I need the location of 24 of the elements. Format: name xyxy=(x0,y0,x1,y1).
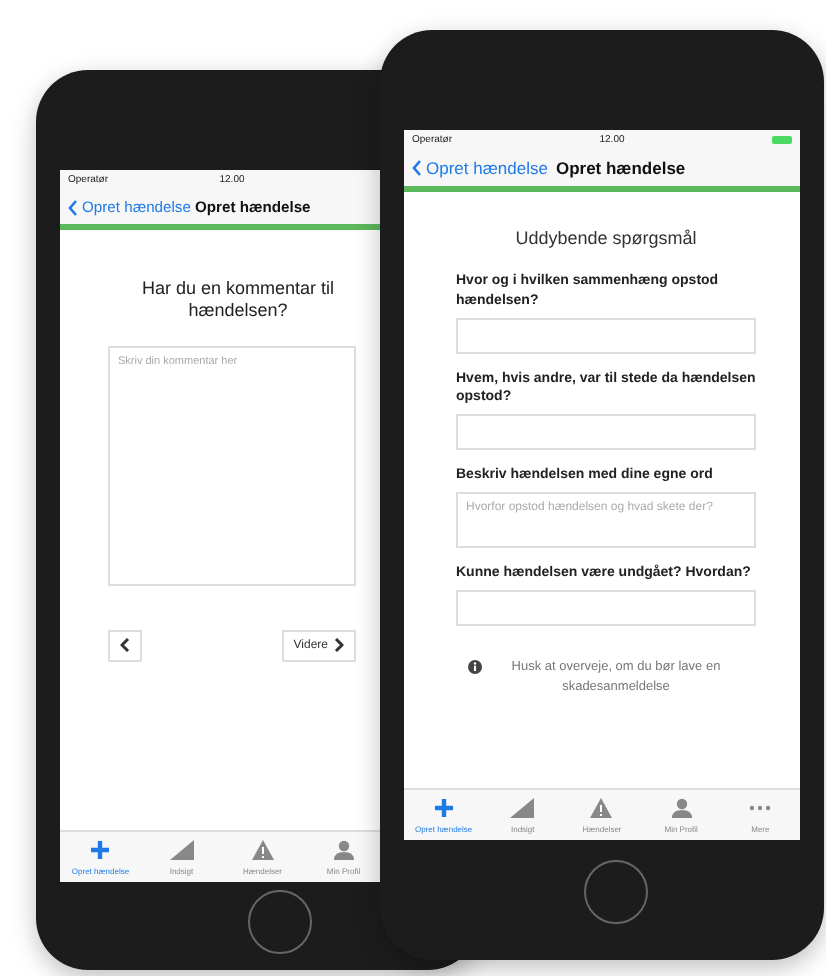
home-button[interactable] xyxy=(248,890,312,954)
bar-chart-icon xyxy=(169,840,194,860)
chevron-left-icon xyxy=(68,199,78,215)
back-link[interactable]: Opret hændelse xyxy=(412,158,548,178)
plus-icon xyxy=(433,798,454,818)
warning-icon xyxy=(251,840,274,860)
answer-field[interactable] xyxy=(456,414,756,451)
plus-icon xyxy=(90,840,111,860)
form-heading: Uddybende spørgsmål xyxy=(513,228,699,248)
answer-field[interactable] xyxy=(456,589,756,626)
back-button[interactable] xyxy=(108,629,142,662)
chevron-left-icon xyxy=(120,638,130,653)
bar-chart-icon xyxy=(510,798,535,818)
home-button[interactable] xyxy=(584,860,648,924)
person-icon xyxy=(671,798,692,818)
battery-icon xyxy=(772,136,792,144)
warning-icon xyxy=(590,798,613,818)
question-text: Har du en kommentar til hændelsen? xyxy=(139,278,337,322)
chevron-left-icon xyxy=(412,160,422,176)
info-icon xyxy=(468,659,482,674)
person-icon xyxy=(333,840,354,860)
nav-title: Opret hændelse xyxy=(555,158,686,178)
answer-field[interactable] xyxy=(456,317,756,354)
chevron-right-icon xyxy=(334,638,344,653)
